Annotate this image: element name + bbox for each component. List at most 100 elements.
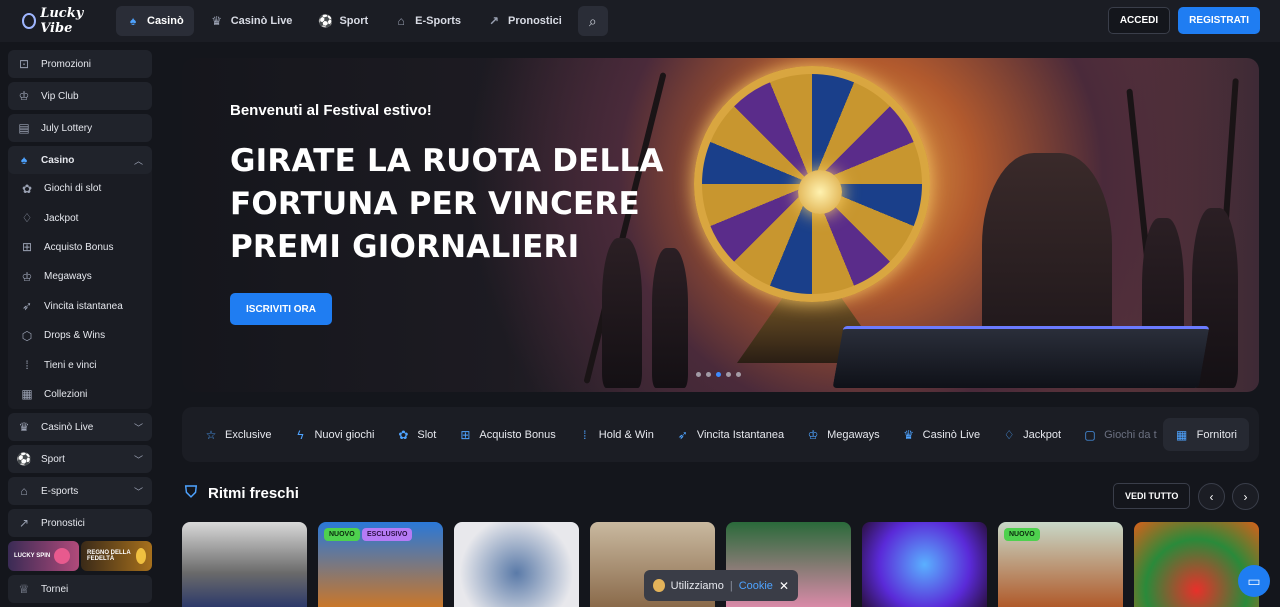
sidebar-item-tornei[interactable]: ♕ Tornei [8, 575, 152, 604]
sidebar-item-label: Casinò Live [41, 421, 94, 433]
shield-heart-icon: ⛉ [184, 484, 197, 501]
grid-dots-icon: ⁞ [583, 427, 587, 442]
login-button[interactable]: ACCEDI [1107, 7, 1171, 34]
star-icon: ☆ [205, 427, 217, 442]
sidebar-item-july-lottery[interactable]: ▤ July Lottery [8, 114, 152, 142]
carousel-dot[interactable] [736, 372, 741, 377]
category-label: Casinò Live [922, 428, 981, 441]
game-tile[interactable] [1134, 522, 1259, 607]
sidebar-sub-bonus-buy[interactable]: ⊞ Acquisto Bonus [8, 233, 152, 262]
sidebar-sub-label: Giochi di slot [44, 183, 102, 195]
sidebar-sub-collections[interactable]: ▦ Collezioni [8, 380, 152, 409]
section-title: Ritmi freschi [208, 484, 299, 502]
category-label: Giochi da t [1104, 428, 1157, 441]
hero-banner[interactable]: Benvenuti al Festival estivo! GIRATE LA … [182, 58, 1259, 392]
chevron-down-icon: ﹀ [133, 486, 143, 497]
sidebar-sub-label: Collezioni [44, 388, 88, 400]
game-tile[interactable] [862, 522, 987, 607]
dancer-silhouette [652, 248, 688, 388]
chevron-up-icon: ︿ [133, 155, 143, 166]
category-megaways[interactable]: ♔ Megaways [806, 428, 880, 442]
gift-icon: ⊡ [18, 57, 30, 71]
sidebar-promos: LUCKY SPIN REGNO DELLA FEDELTÀ [8, 541, 152, 572]
new-tag: NUOVO [1004, 528, 1040, 541]
sidebar-sub-drops-wins[interactable]: ⬡ Drops & Wins [8, 321, 152, 350]
cards-icon: ▢ [1084, 427, 1096, 442]
chart-icon: ↗ [18, 516, 30, 531]
crown-icon: ♔ [21, 269, 33, 284]
providers-button[interactable]: ▦ Fornitori [1162, 418, 1249, 451]
sidebar-item-pronostici[interactable]: ↗ Pronostici [8, 509, 152, 538]
brand-logo[interactable]: Lucky Vibe [0, 0, 108, 42]
loyalty-label: REGNO DELLA FEDELTÀ [87, 550, 131, 563]
lucky-spin-banner[interactable]: LUCKY SPIN [8, 541, 79, 572]
category-label: Acquisto Bonus [479, 428, 556, 441]
nav-esports[interactable]: ⌂ E-Sports [384, 6, 471, 36]
cherry-icon: ✿ [21, 181, 33, 196]
carousel-dot[interactable] [726, 372, 731, 377]
carousel-dot[interactable] [706, 372, 711, 377]
nav-sport[interactable]: ⚽ Sport [308, 6, 378, 36]
game-tile[interactable]: NUOVO ESCLUSIVO [318, 522, 443, 607]
nav-label: E-Sports [415, 15, 462, 27]
nav-casino[interactable]: ♠ Casinò [116, 6, 194, 36]
register-button[interactable]: REGISTRATI [1178, 7, 1260, 34]
fortune-wheel [694, 66, 930, 302]
sidebar-sub-slot[interactable]: ✿ Giochi di slot [8, 174, 152, 203]
search-icon: ⌕ [588, 12, 597, 29]
search-button[interactable]: ⌕ [577, 6, 608, 36]
close-icon[interactable]: ✕ [779, 579, 789, 593]
sidebar-sub-instant-win[interactable]: ➶ Vincita istantanea [8, 292, 152, 321]
signup-button[interactable]: ISCRIVITI ORA [230, 293, 333, 325]
sidebar-item-label: Pronostici [41, 517, 85, 529]
category-label: Exclusive [225, 428, 272, 441]
dealer-icon: ♛ [18, 420, 30, 435]
category-exclusive[interactable]: ☆ Exclusive [204, 427, 272, 442]
sidebar-sub-megaways[interactable]: ♔ Megaways [8, 262, 152, 291]
chat-button[interactable]: ▭ [1238, 565, 1270, 597]
sidebar-item-vip-club[interactable]: ♔ Vip Club [8, 82, 152, 110]
cookie-link[interactable]: Cookie [739, 580, 773, 592]
sidebar-item-casino-live[interactable]: ♛ Casinò Live ﹀ [8, 413, 152, 442]
category-instant-win[interactable]: ➶ Vincita Istantanea [676, 428, 784, 442]
new-tag: NUOVO [324, 528, 360, 541]
grid-dots-icon: ⁞ [25, 358, 29, 373]
loyalty-banner[interactable]: REGNO DELLA FEDELTÀ [81, 541, 152, 572]
category-table-games[interactable]: ▢ Giochi da t [1083, 427, 1157, 442]
sidebar-sub-label: Acquisto Bonus [44, 241, 114, 253]
lightning-icon: ϟ [297, 427, 304, 442]
sidebar-sub-label: Megaways [44, 271, 92, 283]
see-all-button[interactable]: VEDI TUTTO [1113, 483, 1191, 509]
category-slot[interactable]: ✿ Slot [396, 428, 436, 442]
game-tile[interactable] [182, 522, 307, 607]
game-tile[interactable] [454, 522, 579, 607]
section-header: ⛉ Ritmi freschi [182, 484, 299, 502]
sidebar-sub-jackpot[interactable]: ♢ Jackpot [8, 203, 152, 232]
next-arrow-button[interactable]: › [1232, 483, 1259, 510]
nav-pronostici[interactable]: ↗ Pronostici [477, 6, 572, 36]
carousel-dot[interactable] [696, 372, 701, 377]
chevron-left-icon: ‹ [1209, 489, 1214, 504]
logo-mark-icon [22, 13, 37, 29]
prev-arrow-button[interactable]: ‹ [1198, 483, 1225, 510]
grid-icon: ▦ [21, 387, 33, 402]
game-tile[interactable]: NUOVO [998, 522, 1123, 607]
nav-casino-live[interactable]: ♛ Casinò Live [200, 6, 303, 36]
sidebar-item-sport[interactable]: ⚽ Sport ﹀ [8, 445, 152, 474]
category-bonus-buy[interactable]: ⊞ Acquisto Bonus [458, 428, 555, 442]
sidebar-item-esports[interactable]: ⌂ E-sports ﹀ [8, 477, 152, 506]
sidebar-item-label: E-sports [41, 485, 79, 497]
sidebar-item-casino[interactable]: ♠ Casino ︿ [8, 146, 152, 174]
category-casino-live[interactable]: ♛ Casinò Live [902, 428, 980, 442]
category-new-games[interactable]: ϟ Nuovi giochi [293, 428, 374, 442]
sidebar-sub-hold-win[interactable]: ⁞ Tieni e vinci [8, 350, 152, 379]
sidebar: ⊡ Promozioni ♔ Vip Club ▤ July Lottery ♠… [8, 50, 152, 607]
carousel-dot-active[interactable] [716, 372, 721, 377]
money-bag-icon: ♢ [21, 211, 33, 226]
soccer-ball-icon: ⚽ [16, 452, 32, 467]
category-jackpot[interactable]: ♢ Jackpot [1002, 428, 1061, 442]
sidebar-item-promozioni[interactable]: ⊡ Promozioni [8, 50, 152, 78]
sidebar-item-label: Tornei [41, 583, 69, 595]
soccer-ball-icon: ⚽ [317, 14, 333, 28]
category-hold-win[interactable]: ⁞ Hold & Win [578, 428, 654, 442]
